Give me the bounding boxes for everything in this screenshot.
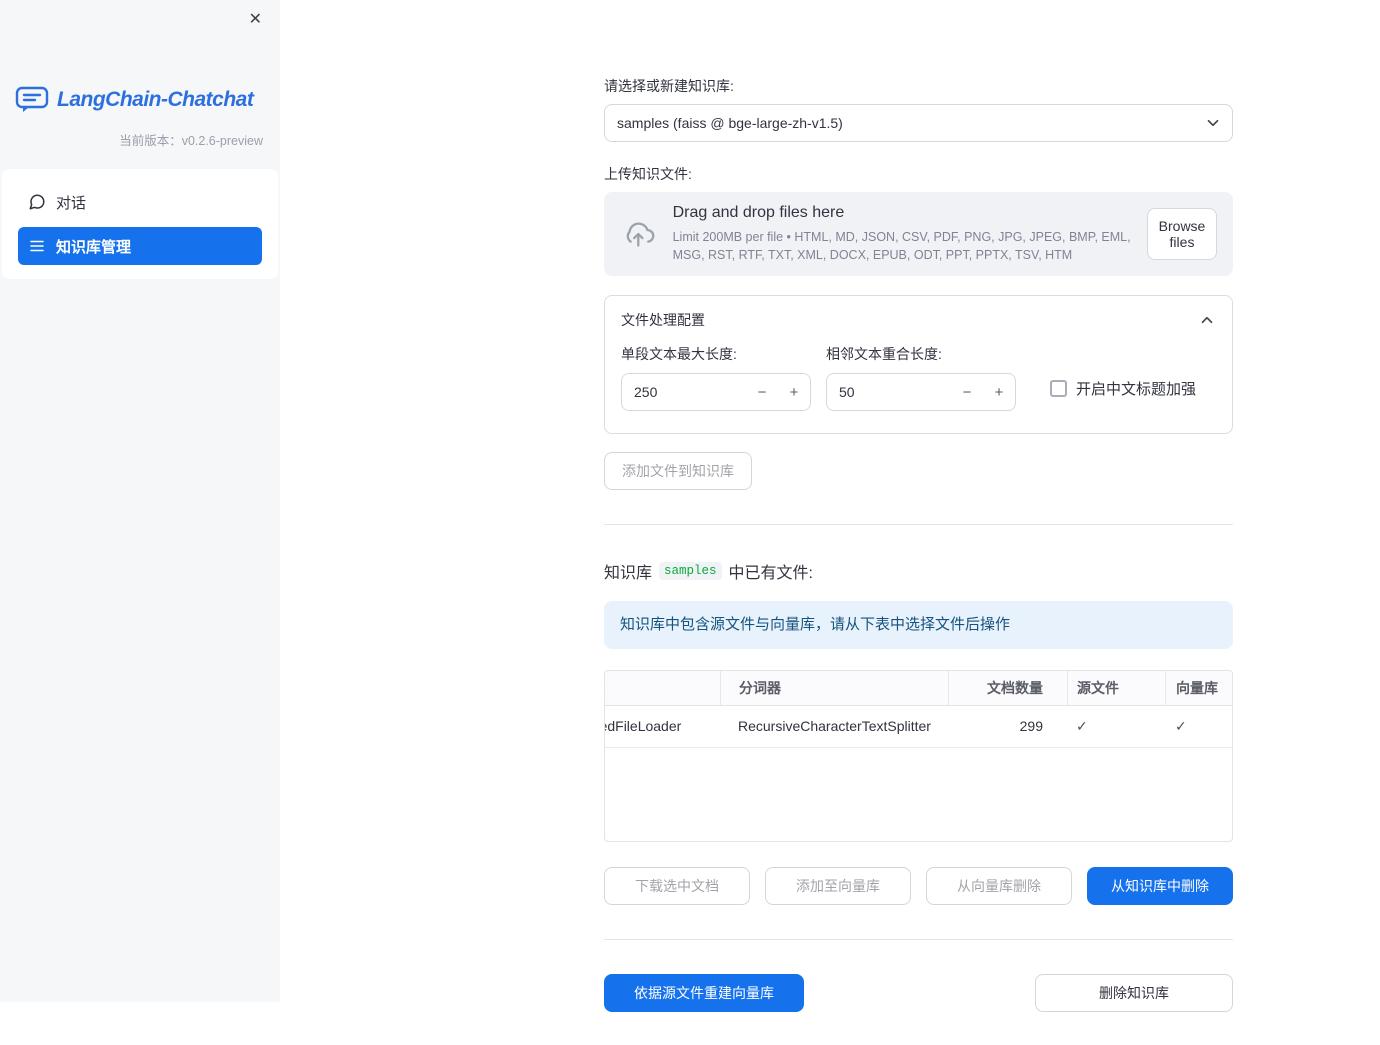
file-config-expander-header[interactable]: 文件处理配置 bbox=[621, 296, 1216, 344]
zh-title-checkbox-group: 开启中文标题加强 bbox=[1050, 344, 1196, 399]
existing-files-suffix: 中已有文件: bbox=[728, 565, 813, 582]
max-length-increment-button[interactable]: + bbox=[778, 374, 810, 410]
browse-files-button[interactable]: Browse files bbox=[1147, 208, 1217, 260]
cell-splitter: RecursiveCharacterTextSplitter bbox=[738, 718, 931, 734]
cell-vector-store-check: ✓ bbox=[1175, 717, 1187, 734]
cell-doc-count: 299 bbox=[1019, 718, 1043, 734]
col-loader: 文档加载器 bbox=[605, 671, 720, 705]
info-banner: 知识库中包含源文件与向量库，请从下表中选择文件后操作 bbox=[604, 601, 1233, 649]
overlap-label: 相邻文本重合长度: bbox=[826, 346, 942, 362]
upload-label: 上传知识文件: bbox=[604, 166, 692, 182]
files-table-header: 文档加载器 分词器 文档数量 源文件 向量库 bbox=[605, 670, 1232, 706]
overlap-value: 50 bbox=[839, 384, 855, 400]
overlap-decrement-button[interactable]: − bbox=[951, 374, 983, 410]
rebuild-vector-store-button[interactable]: 依据源文件重建向量库 bbox=[604, 973, 804, 1012]
app-root: ✕ LangChain-Chatchat 当前版本：v0.2.6-preview… bbox=[0, 0, 1380, 1012]
add-to-vector-store-button[interactable]: 添加至向量库 bbox=[765, 866, 911, 905]
max-length-stepper[interactable]: 250 − + bbox=[621, 373, 811, 411]
col-splitter: 分词器 bbox=[720, 670, 948, 705]
file-action-buttons: 下载选中文档 添加至向量库 从向量库删除 从知识库中删除 bbox=[604, 866, 1233, 905]
kb-selectbox-value: samples (faiss @ bge-large-zh-v1.5) bbox=[617, 115, 843, 131]
dropzone-limit-text: Limit 200MB per file • HTML, MD, JSON, C… bbox=[672, 229, 1131, 262]
file-config-title: 文件处理配置 bbox=[621, 312, 705, 328]
divider bbox=[604, 938, 1233, 940]
overlap-increment-button[interactable]: + bbox=[983, 374, 1015, 410]
kb-bottom-actions: 依据源文件重建向量库 删除知识库 bbox=[604, 973, 1233, 1045]
app-logo: LangChain-Chatchat bbox=[15, 86, 265, 114]
version-label: 当前版本：v0.2.6-preview bbox=[119, 134, 263, 148]
app-logo-icon bbox=[15, 86, 49, 112]
delete-from-kb-button[interactable]: 从知识库中删除 bbox=[1087, 866, 1233, 905]
sidebar-item-kb-management[interactable]: 知识库管理 bbox=[18, 227, 262, 265]
sidebar-item-label: 知识库管理 bbox=[56, 238, 132, 256]
delete-from-vector-store-button[interactable]: 从向量库删除 bbox=[926, 866, 1072, 905]
cell-loader: UnstructuredFileLoader bbox=[605, 718, 682, 734]
dropzone-title: Drag and drop files here bbox=[672, 203, 845, 221]
files-table[interactable]: 文档加载器 分词器 文档数量 源文件 向量库 UnstructuredFileL… bbox=[604, 669, 1233, 842]
info-banner-text: 知识库中包含源文件与向量库，请从下表中选择文件后操作 bbox=[620, 616, 1011, 633]
existing-files-heading: 知识库 samples 中已有文件: bbox=[604, 559, 1233, 583]
col-doc-count: 文档数量 bbox=[948, 670, 1067, 705]
overlap-field: 相邻文本重合长度: 50 − + bbox=[826, 344, 1016, 411]
col-vector-store: 向量库 bbox=[1165, 670, 1232, 705]
kb-name-code: samples bbox=[659, 562, 722, 580]
main-content: 请选择或新建知识库: samples (faiss @ bge-large-zh… bbox=[280, 0, 1380, 1012]
sidebar-item-label: 对话 bbox=[56, 194, 87, 212]
max-length-decrement-button[interactable]: − bbox=[746, 374, 778, 410]
max-length-value: 250 bbox=[634, 384, 658, 400]
max-length-field: 单段文本最大长度: 250 − + bbox=[621, 344, 811, 411]
zh-title-checkbox[interactable] bbox=[1050, 380, 1067, 397]
table-row[interactable]: UnstructuredFileLoader RecursiveCharacte… bbox=[605, 706, 1232, 748]
kb-selectbox[interactable]: samples (faiss @ bge-large-zh-v1.5) bbox=[604, 104, 1233, 142]
col-source-file: 源文件 bbox=[1067, 670, 1165, 705]
sidebar-item-chat[interactable]: 对话 bbox=[18, 183, 262, 221]
overlap-stepper[interactable]: 50 − + bbox=[826, 373, 1016, 411]
cloud-upload-icon bbox=[626, 222, 655, 247]
chevron-up-icon bbox=[1201, 316, 1213, 324]
delete-kb-button[interactable]: 删除知识库 bbox=[1035, 973, 1233, 1012]
divider bbox=[604, 524, 1233, 525]
files-table-inner: 文档加载器 分词器 文档数量 源文件 向量库 UnstructuredFileL… bbox=[605, 670, 1232, 748]
dropzone-text: Drag and drop files here Limit 200MB per… bbox=[673, 204, 1131, 264]
sidebar: ✕ LangChain-Chatchat 当前版本：v0.2.6-preview… bbox=[0, 0, 280, 1002]
max-length-label: 单段文本最大长度: bbox=[621, 346, 737, 362]
chevron-down-icon bbox=[1207, 119, 1219, 127]
kb-select-label: 请选择或新建知识库: bbox=[604, 78, 734, 94]
file-config-expander: 文件处理配置 单段文本最大长度: 250 − + 相邻文本重合长度: 50 − … bbox=[604, 295, 1233, 434]
add-files-to-kb-button[interactable]: 添加文件到知识库 bbox=[604, 452, 752, 490]
download-selected-button[interactable]: 下载选中文档 bbox=[604, 866, 750, 905]
file-dropzone[interactable]: Drag and drop files here Limit 200MB per… bbox=[604, 192, 1233, 276]
cell-source-file-check: ✓ bbox=[1076, 717, 1088, 734]
zh-title-checkbox-label: 开启中文标题加强 bbox=[1076, 381, 1197, 398]
existing-files-prefix: 知识库 bbox=[604, 565, 653, 582]
app-logo-text: LangChain-Chatchat bbox=[57, 88, 254, 111]
list-icon bbox=[30, 240, 44, 252]
sidebar-menu: 对话 知识库管理 bbox=[2, 169, 278, 279]
chat-bubble-icon bbox=[29, 194, 45, 210]
sidebar-close-icon[interactable]: ✕ bbox=[245, 8, 266, 32]
